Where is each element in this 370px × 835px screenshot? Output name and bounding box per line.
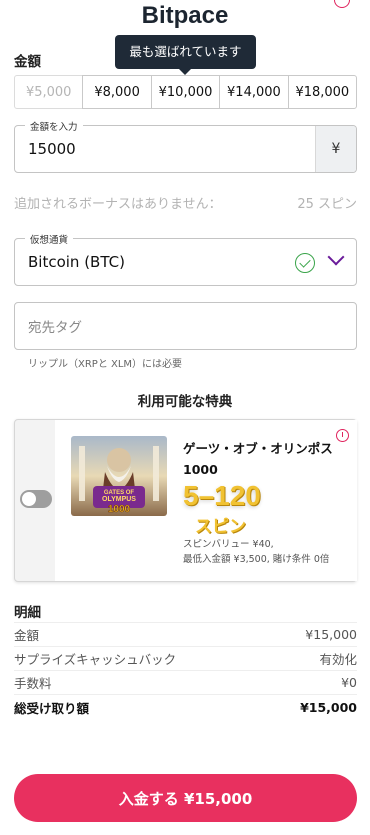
amount-presets: ¥5,000 ¥8,000 ¥10,000 ¥14,000 ¥18,000 bbox=[14, 75, 358, 109]
summary-row-label: 手数料 bbox=[14, 676, 52, 691]
spins-unit: スピン bbox=[195, 517, 246, 537]
popular-tooltip: 最も選ばれています bbox=[115, 35, 256, 75]
summary-row: 金額 ¥15,000 bbox=[14, 623, 357, 647]
bonus-spins: 25 スピン bbox=[297, 197, 357, 212]
summary-total-row: 総受け取り額 ¥15,000 bbox=[14, 695, 357, 719]
game-thumbnail: GATES OF OLYMPUS 1000 bbox=[71, 436, 167, 516]
crypto-select[interactable]: 仮想通貨 Bitcoin (BTC) bbox=[14, 232, 357, 286]
bonus-text: 追加されるボーナスはありません： bbox=[14, 197, 222, 212]
summary-row-label: サプライズキャッシュバック bbox=[14, 652, 177, 667]
destination-tag-hint: リップル（XRPと XLM）には必要 bbox=[28, 359, 183, 370]
deposit-button[interactable]: 入金する ¥15,000 bbox=[14, 774, 357, 822]
offers-title: 利用可能な特典 bbox=[137, 394, 233, 410]
offer-toggle[interactable] bbox=[20, 490, 52, 508]
offer-details: スピンバリュー ¥40, 最低入金額 ¥3,500, 賭け条件 0倍 bbox=[183, 537, 329, 567]
preset-amount-10000[interactable]: ¥10,000 bbox=[150, 75, 221, 109]
game-logo-line3: 1000 bbox=[108, 504, 131, 515]
game-name: ゲーツ・オブ・オリンポス 1000 bbox=[183, 441, 333, 477]
summary-row-value: ¥0 bbox=[341, 675, 357, 690]
spin-value: スピンバリュー ¥40, bbox=[183, 539, 274, 550]
summary-title: 明細 bbox=[14, 601, 357, 623]
check-circle-icon bbox=[295, 253, 315, 273]
summary-row-value: 有効化 bbox=[319, 652, 357, 667]
summary-total-label: 総受け取り額 bbox=[14, 700, 90, 716]
summary-row-value: ¥15,000 bbox=[305, 627, 357, 642]
amount-input-value[interactable]: 15000 bbox=[28, 126, 76, 172]
amount-label: 金額 bbox=[14, 54, 41, 70]
summary: 明細 金額 ¥15,000 サプライズキャッシュバック 有効化 手数料 ¥0 総… bbox=[14, 601, 357, 719]
destination-tag-input[interactable]: 宛先タグ bbox=[14, 302, 357, 350]
brand-logo: Bitpace bbox=[141, 2, 229, 29]
destination-tag-placeholder: 宛先タグ bbox=[28, 320, 82, 336]
offer-card: GATES OF OLYMPUS 1000 ゲーツ・オブ・オリンポス 1000 … bbox=[14, 419, 357, 582]
currency-symbol: ¥ bbox=[315, 126, 356, 172]
preset-amount-5000[interactable]: ¥5,000 bbox=[14, 75, 84, 109]
amount-input[interactable]: 金額を入力 15000 ¥ bbox=[14, 119, 357, 173]
summary-row-label: 金額 bbox=[14, 628, 40, 643]
spins-range: 5–120 bbox=[183, 480, 261, 511]
offer-content: GATES OF OLYMPUS 1000 ゲーツ・オブ・オリンポス 1000 … bbox=[55, 420, 357, 581]
summary-row: 手数料 ¥0 bbox=[14, 671, 357, 695]
summary-row: サプライズキャッシュバック 有効化 bbox=[14, 647, 357, 671]
preset-amount-8000[interactable]: ¥8,000 bbox=[82, 75, 152, 109]
preset-amount-14000[interactable]: ¥14,000 bbox=[219, 75, 289, 109]
min-deposit: 最低入金額 ¥3,500, 賭け条件 0倍 bbox=[183, 554, 330, 565]
preset-amount-18000[interactable]: ¥18,000 bbox=[287, 75, 358, 109]
crypto-select-value: Bitcoin (BTC) bbox=[28, 253, 125, 271]
game-logo-line2: OLYMPUS bbox=[102, 496, 136, 503]
chevron-down-icon[interactable] bbox=[327, 248, 345, 266]
bonus-info: 追加されるボーナスはありません： 25 スピン bbox=[14, 193, 357, 212]
summary-total-value: ¥15,000 bbox=[300, 699, 357, 715]
